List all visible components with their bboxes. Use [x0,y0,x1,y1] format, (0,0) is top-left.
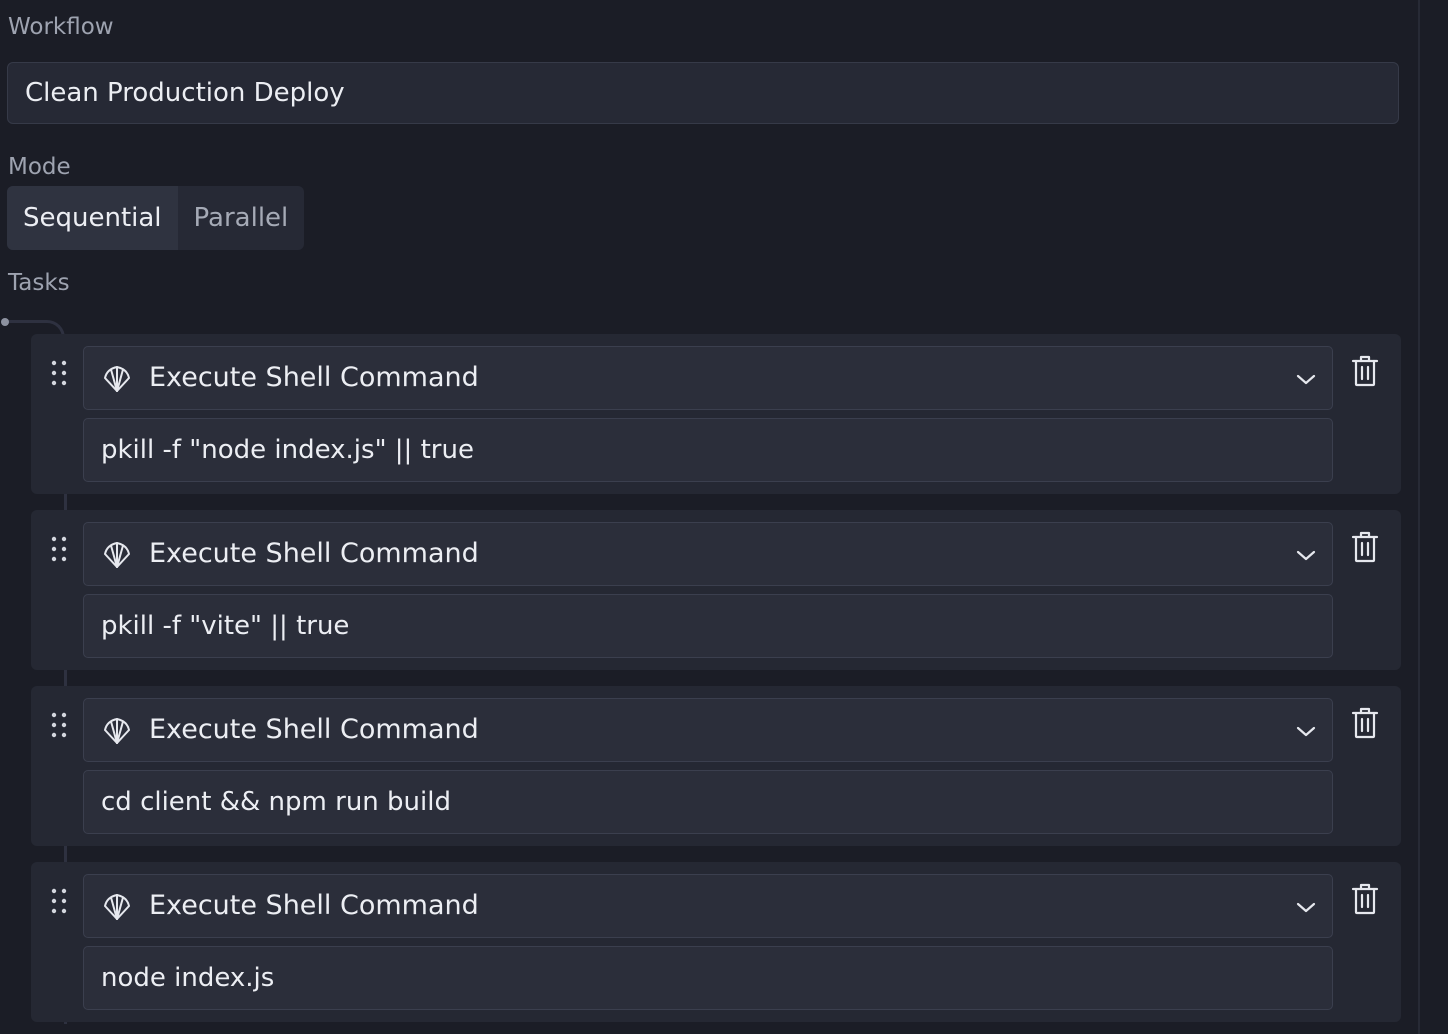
task-action-label: Execute Shell Command [149,890,479,921]
task-card: Execute Shell Command [31,686,1401,846]
task-command-input[interactable] [83,946,1333,1010]
tasks-label: Tasks [8,270,70,296]
task-action-label: Execute Shell Command [149,538,479,569]
delete-task-button[interactable] [1349,706,1381,740]
task-action-select[interactable]: Execute Shell Command [83,346,1333,410]
shell-icon [104,366,130,392]
delete-task-button[interactable] [1349,530,1381,564]
delete-task-button[interactable] [1349,882,1381,916]
task-command-input[interactable] [83,770,1333,834]
chevron-down-icon [1296,902,1316,913]
task-command-input[interactable] [83,418,1333,482]
task-card: Execute Shell Command [31,334,1401,494]
mode-toggle: Sequential Parallel [7,186,305,250]
task-action-select[interactable]: Execute Shell Command [83,698,1333,762]
shell-icon [104,894,130,920]
chevron-down-icon [1296,550,1316,561]
task-card: Execute Shell Command [31,862,1401,1022]
drag-handle-icon[interactable] [50,360,68,386]
mode-option-parallel[interactable]: Parallel [178,186,305,250]
task-card: Execute Shell Command [31,510,1401,670]
workflow-name-input[interactable] [7,62,1399,124]
task-command-input[interactable] [83,594,1333,658]
delete-task-button[interactable] [1349,354,1381,388]
drag-handle-icon[interactable] [50,888,68,914]
chevron-down-icon [1296,374,1316,385]
drag-handle-icon[interactable] [50,712,68,738]
task-connector-dot [1,318,9,326]
trash-icon [1351,883,1379,915]
task-action-label: Execute Shell Command [149,714,479,745]
trash-icon [1351,355,1379,387]
trash-icon [1351,531,1379,563]
trash-icon [1351,707,1379,739]
drag-handle-icon[interactable] [50,536,68,562]
task-action-select[interactable]: Execute Shell Command [83,874,1333,938]
chevron-down-icon [1296,726,1316,737]
workflow-editor: Workflow Mode Sequential Parallel Tasks … [0,0,1448,1034]
panel-divider[interactable] [1418,0,1420,1034]
task-action-select[interactable]: Execute Shell Command [83,522,1333,586]
shell-icon [104,718,130,744]
shell-icon [104,542,130,568]
mode-option-sequential[interactable]: Sequential [7,186,178,250]
task-action-label: Execute Shell Command [149,362,479,393]
workflow-label: Workflow [8,14,114,40]
mode-label: Mode [8,154,71,180]
